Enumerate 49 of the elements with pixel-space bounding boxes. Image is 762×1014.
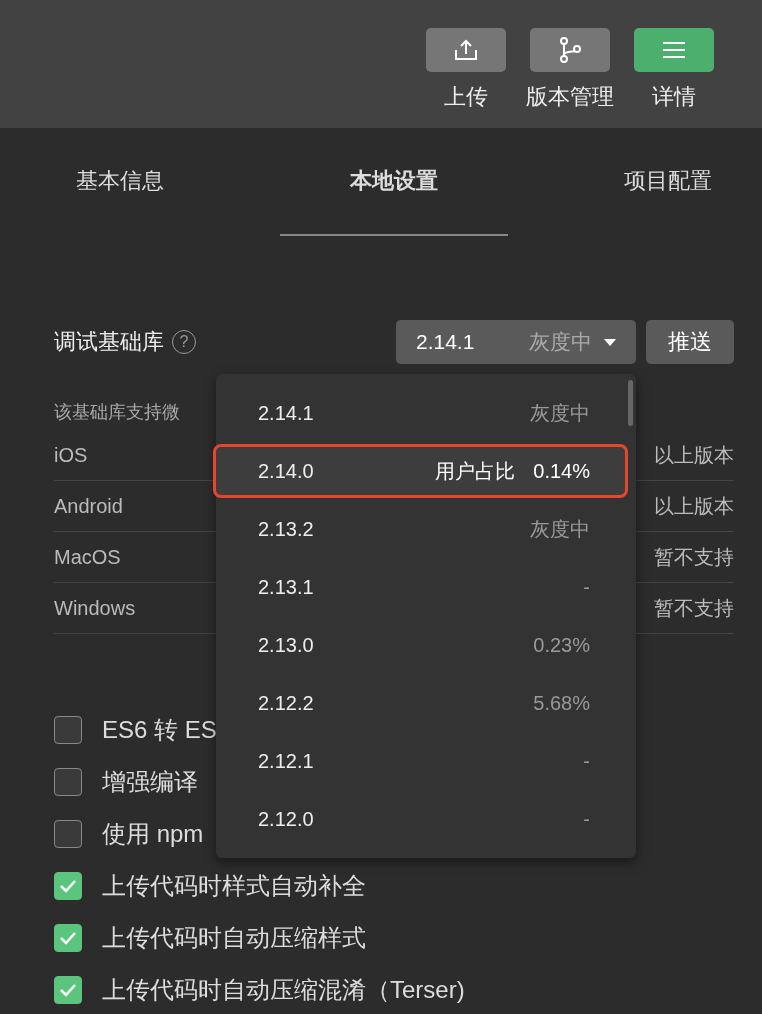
option-label: 上传代码时自动压缩混淆（Terser) [102, 975, 465, 1005]
version-option[interactable]: 2.13.0 0.23% [216, 616, 636, 674]
option-label: 使用 npm [102, 819, 204, 849]
upload-icon [453, 38, 479, 62]
option-label: ES6 转 ES [102, 715, 217, 745]
upload-button[interactable] [426, 28, 506, 72]
checkbox[interactable] [54, 716, 82, 744]
branch-icon [558, 37, 582, 63]
platform-name: MacOS [54, 545, 121, 569]
version-option[interactable]: 2.14.1 灰度中 [216, 384, 636, 442]
platform-name: Windows [54, 596, 136, 620]
option-label: 增强编译 [102, 767, 198, 797]
version-option[interactable]: 2.14.0 用户占比 0.14% [213, 444, 628, 498]
platform-name: Android [54, 494, 123, 518]
version-option[interactable]: 2.12.0 - [216, 790, 636, 848]
checkbox[interactable] [54, 924, 82, 952]
setting-label: 调试基础库 [54, 328, 164, 356]
checkbox[interactable] [54, 768, 82, 796]
check-icon [59, 931, 77, 945]
checkbox[interactable] [54, 820, 82, 848]
check-icon [59, 983, 77, 997]
tab[interactable]: 项目配置 [624, 128, 712, 236]
toolbar-label: 上传 [444, 83, 488, 111]
version-option[interactable]: 2.12.1 - [216, 732, 636, 790]
platform-support: 暂不支持 [654, 595, 734, 621]
branch-button[interactable] [530, 28, 610, 72]
checkbox[interactable] [54, 976, 82, 1004]
platform-name: iOS [54, 443, 88, 467]
menu-icon [663, 41, 685, 59]
option-label: 上传代码时样式自动补全 [102, 871, 366, 901]
menu-button[interactable] [634, 28, 714, 72]
checkbox[interactable] [54, 872, 82, 900]
version-option[interactable]: 2.13.2 灰度中 [216, 500, 636, 558]
push-button[interactable]: 推送 [646, 320, 734, 364]
caret-icon [604, 338, 616, 346]
platform-support: 以上版本 [654, 442, 734, 468]
version-select[interactable]: 2.14.1 灰度中 [396, 320, 636, 364]
platform-support: 以上版本 [654, 493, 734, 519]
support-note: 该基础库支持微 [54, 401, 180, 424]
toolbar-label: 详情 [652, 83, 696, 111]
scrollbar-thumb[interactable] [628, 380, 633, 426]
check-icon [59, 879, 77, 893]
platform-support: 暂不支持 [654, 544, 734, 570]
tab[interactable]: 基本信息 [76, 128, 164, 236]
option-label: 上传代码时自动压缩样式 [102, 923, 366, 953]
tab[interactable]: 本地设置 [280, 128, 508, 236]
version-option[interactable]: 2.13.1 - [216, 558, 636, 616]
toolbar-label: 版本管理 [526, 83, 614, 111]
version-option[interactable]: 2.12.2 5.68% [216, 674, 636, 732]
